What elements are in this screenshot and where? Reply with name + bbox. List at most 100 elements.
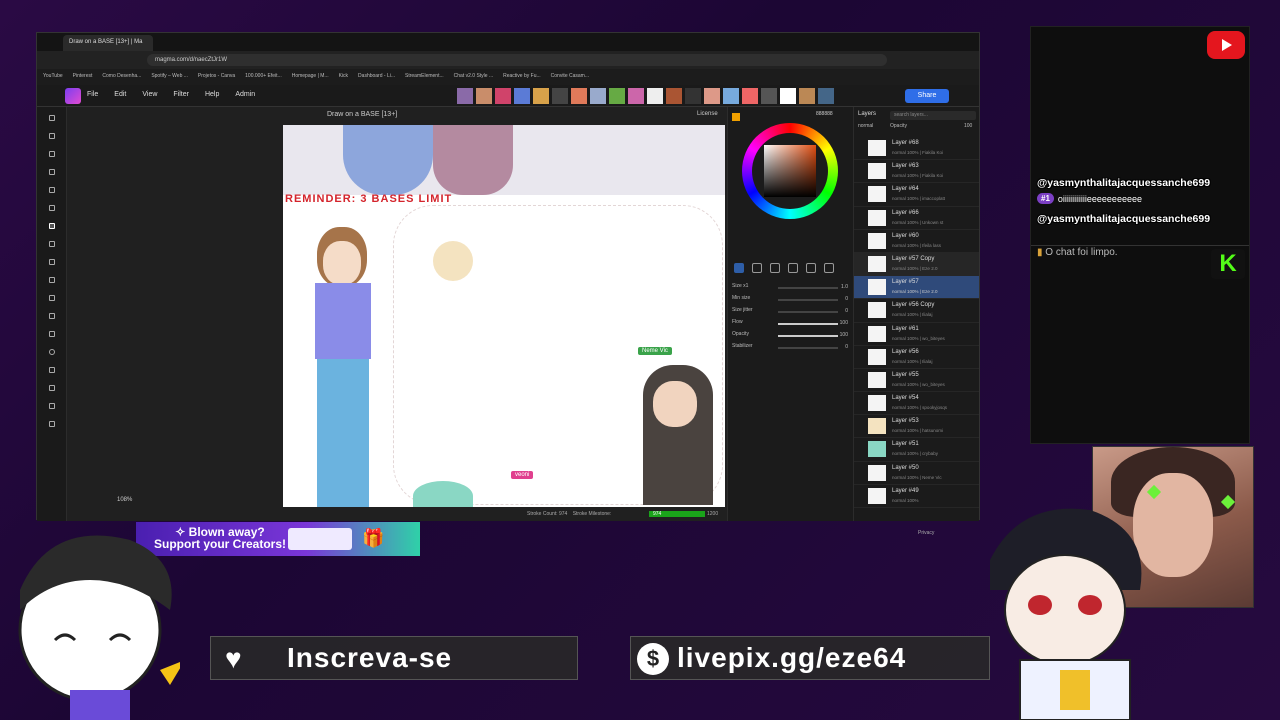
avatar[interactable] [780,88,796,104]
avatar[interactable] [514,88,530,104]
color-hex[interactable]: 888888 [816,111,833,117]
drawing-canvas[interactable]: REMINDER: 3 BASES LIMIT Neme Vic veoni [283,125,725,507]
slider-min-size[interactable]: Min size 0 [732,295,850,305]
avatar[interactable] [495,88,511,104]
avatar[interactable] [799,88,815,104]
avatar[interactable] [457,88,473,104]
document-title[interactable]: Draw on a BASE [13+] [327,111,397,118]
slider-track[interactable] [778,287,838,289]
avatar[interactable] [761,88,777,104]
brush-preset-icon[interactable] [788,263,798,273]
bookmark-item[interactable]: Convite Casam... [551,73,589,81]
avatar[interactable] [533,88,549,104]
layer-search-input[interactable]: search layers... [890,111,976,120]
avatar[interactable] [704,88,720,104]
license-link[interactable]: License [697,111,718,117]
url-field[interactable]: magma.com/d/naecZtJr1W [147,54,887,66]
bookmark-item[interactable]: StreamElement... [405,73,444,81]
layer-row[interactable]: Layer #57 Copy normal 100% | Eze 2.0 [854,252,979,277]
menu-file[interactable]: File [87,91,98,98]
brush-preset-icon[interactable] [752,263,762,273]
bookmark-item[interactable]: Kick [339,73,348,81]
layer-row[interactable]: Layer #66 normal 100% | Unkown st [854,207,979,230]
slider-track[interactable] [778,335,838,337]
brush-preset-icon[interactable] [734,263,744,273]
chat-icon[interactable] [49,421,55,427]
bookmark-item[interactable]: Homepage | M... [292,73,329,81]
slider-opacity[interactable]: Opacity 100 [732,331,850,341]
saturation-value-box[interactable] [764,145,816,197]
layer-row[interactable]: Layer #50 normal 100% | Neme Vic [854,462,979,485]
layer-row[interactable]: Layer #56 normal 100% | Ilialaj [854,346,979,369]
text-icon[interactable] [49,313,55,319]
layer-row[interactable]: Layer #54 normal 100% | spookyjosqs [854,392,979,416]
menu-view[interactable]: View [142,91,157,98]
avatar[interactable] [742,88,758,104]
share-button[interactable]: Share [905,89,949,103]
layer-row[interactable]: Layer #51 normal 100% | crybaby [854,438,979,462]
slider-size[interactable]: Size x1 1.0 [732,283,850,293]
transform-icon[interactable] [49,169,55,175]
layer-row[interactable]: Layer #61 normal 100% | wo_biteyes [854,323,979,346]
layer-row[interactable]: Layer #68 normal 100% | Fiakila Koi [854,137,979,161]
slider-stabilizer[interactable]: Stabilizer 0 [732,343,850,353]
fill-icon[interactable] [49,259,55,265]
slider-size-jitter[interactable]: Size jitter 0 [732,307,850,317]
avatar[interactable] [685,88,701,104]
layer-row-selected[interactable]: Layer #57 normal 100% | Eze 2.0 [854,276,979,300]
brush-preset-icon[interactable] [824,263,834,273]
rotate-icon[interactable] [49,385,55,391]
hand-icon[interactable] [49,367,55,373]
pencil-icon[interactable] [49,205,55,211]
bookmark-item[interactable]: Dashboard - Li... [358,73,395,81]
layer-row[interactable]: Layer #64 normal 100% | imaccoplatt [854,183,979,207]
bookmark-item[interactable]: Spotify – Web ... [151,73,188,81]
layer-row[interactable]: Layer #56 Copy normal 100% | Ilialaj [854,299,979,323]
avatar[interactable] [723,88,739,104]
bookmark-item[interactable]: Reactive by Fu... [503,73,541,81]
blend-mode-select[interactable]: normal [858,123,873,129]
lasso-icon[interactable] [49,151,55,157]
slider-track[interactable] [778,311,838,313]
menu-help[interactable]: Help [205,91,219,98]
slider-track[interactable] [778,323,838,325]
layer-row[interactable]: Layer #53 normal 100% | hatsunomi [854,415,979,439]
bookmark-item[interactable]: Pinterest [73,73,93,81]
select-icon[interactable] [49,133,55,139]
brush-icon[interactable] [49,223,55,229]
avatar[interactable] [628,88,644,104]
layer-row[interactable]: Layer #55 normal 100% | wo_biteyes [854,369,979,393]
bookmark-item[interactable]: Como Desenha... [102,73,141,81]
brush-preset-icon[interactable] [806,263,816,273]
bookmark-item[interactable]: Chat v2.0 Style ... [454,73,493,81]
avatar[interactable] [571,88,587,104]
avatar[interactable] [818,88,834,104]
avatar[interactable] [647,88,663,104]
bookmark-item[interactable]: 100.000+ Efeit... [245,73,282,81]
menu-admin[interactable]: Admin [235,91,255,98]
avatar[interactable] [666,88,682,104]
move-icon[interactable] [49,115,55,121]
slider-track[interactable] [778,347,838,349]
layer-row[interactable]: Layer #63 normal 100% | Fiakila Koi [854,160,979,184]
eraser-icon[interactable] [49,241,55,247]
bookmark-item[interactable]: Projetos - Canva [198,73,235,81]
zoom-level[interactable]: 108% [117,497,132,503]
brush-preset-icon[interactable] [770,263,780,273]
ellipse-icon[interactable] [49,349,55,355]
crop-icon[interactable] [49,187,55,193]
color-wheel[interactable] [742,123,838,219]
avatar[interactable] [476,88,492,104]
menu-edit[interactable]: Edit [114,91,126,98]
avatar[interactable] [609,88,625,104]
zoom-icon[interactable] [49,403,55,409]
browser-tab[interactable]: Draw on a BASE [13+] | Ma [63,35,153,51]
privacy-link[interactable]: Privacy [918,530,934,536]
primary-color-swatch[interactable] [732,113,740,121]
eyedropper-icon[interactable] [49,277,55,283]
gradient-icon[interactable] [49,295,55,301]
bookmark-item[interactable]: YouTube [43,73,63,81]
slider-flow[interactable]: Flow 100 [732,319,850,329]
menu-filter[interactable]: Filter [173,91,189,98]
avatar[interactable] [552,88,568,104]
